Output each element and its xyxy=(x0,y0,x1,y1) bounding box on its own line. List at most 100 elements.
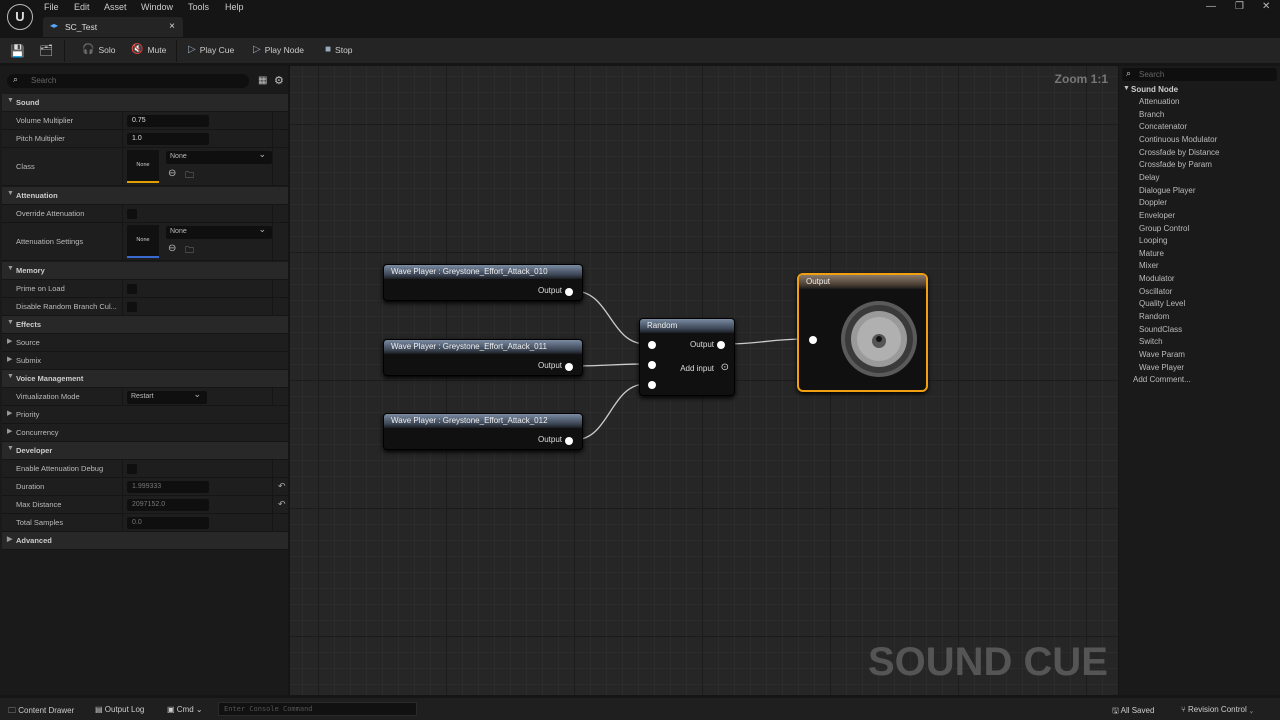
mute-button[interactable]: 🔇 Mute xyxy=(131,44,166,55)
input-pin[interactable] xyxy=(809,336,817,344)
palette-item[interactable]: Group Control xyxy=(1139,224,1189,233)
output-pin[interactable] xyxy=(717,341,725,349)
palette-item[interactable]: SoundClass xyxy=(1139,325,1182,334)
palette-item[interactable]: Enveloper xyxy=(1139,211,1175,220)
palette-item[interactable]: Doppler xyxy=(1139,198,1167,207)
category-sound[interactable]: ▼ Sound xyxy=(2,94,288,112)
menu-edit[interactable]: Edit xyxy=(74,2,90,12)
palette-item[interactable]: Wave Param xyxy=(1139,350,1185,359)
enable-attenuation-debug-checkbox[interactable] xyxy=(127,464,137,474)
input-pin[interactable] xyxy=(648,381,656,389)
category-effects[interactable]: ▼ Effects xyxy=(2,316,288,334)
output-pin[interactable] xyxy=(565,363,573,371)
play-node-button[interactable]: ▷ Play Node xyxy=(253,44,304,55)
subcategory-concurrency[interactable]: ▶ Concurrency xyxy=(2,424,288,442)
tab-sc-test[interactable]: ◂▸ SC_Test × xyxy=(43,17,183,37)
stop-button[interactable]: ■ Stop xyxy=(325,44,353,55)
wave-player-node-010[interactable]: Wave Player : Greystone_Effort_Attack_01… xyxy=(383,264,583,301)
palette-item[interactable]: Continuous Modulator xyxy=(1139,135,1217,144)
table-view-icon[interactable]: ▦ xyxy=(258,75,267,86)
output-log-button[interactable]: ▤ Output Log xyxy=(95,705,144,714)
input-pin[interactable] xyxy=(648,341,656,349)
menu-help[interactable]: Help xyxy=(225,2,244,12)
play-cue-button[interactable]: ▷ Play Cue xyxy=(188,44,234,55)
add-comment-item[interactable]: Add Comment... xyxy=(1133,375,1191,384)
details-search-input[interactable]: ⌕ Search xyxy=(7,74,249,88)
palette-item[interactable]: Looping xyxy=(1139,236,1167,245)
palette-item[interactable]: Modulator xyxy=(1139,274,1175,283)
palette-item[interactable]: Mature xyxy=(1139,249,1164,258)
reset-arrow-icon[interactable]: ↶ xyxy=(278,481,286,492)
menu-window[interactable]: Window xyxy=(141,2,173,12)
subcategory-submix[interactable]: ▶ Submix xyxy=(2,352,288,370)
minimize-button[interactable]: — xyxy=(1206,1,1216,12)
save-status-button[interactable]: 🖫 All Saved xyxy=(1112,705,1154,719)
output-pin[interactable] xyxy=(565,437,573,445)
palette-item[interactable]: Wave Player xyxy=(1139,363,1184,372)
random-node[interactable]: Random Output Add input ⊙ xyxy=(639,318,735,396)
output-pin[interactable] xyxy=(565,288,573,296)
browse-asset-icon[interactable]: 🗀 xyxy=(185,243,194,259)
solo-button[interactable]: 🎧 Solo xyxy=(82,44,115,55)
palette-item[interactable]: Quality Level xyxy=(1139,299,1185,308)
prime-on-load-checkbox[interactable] xyxy=(127,284,137,294)
palette-item[interactable]: Delay xyxy=(1139,173,1159,182)
unreal-logo[interactable]: U xyxy=(7,4,33,30)
content-drawer-button[interactable]: 🗀 Content Drawer xyxy=(8,705,74,719)
class-thumbnail[interactable]: None xyxy=(127,150,159,183)
palette-item[interactable]: Concatenator xyxy=(1139,122,1187,131)
category-voice-management[interactable]: ▼ Voice Management xyxy=(2,370,288,388)
duration-input[interactable]: 1.999333 xyxy=(127,481,209,493)
total-samples-input[interactable]: 0.0 xyxy=(127,517,209,529)
palette-item[interactable]: Crossfade by Distance xyxy=(1139,148,1219,157)
subcategory-source[interactable]: ▶ Source xyxy=(2,334,288,352)
override-attenuation-checkbox[interactable] xyxy=(127,209,137,219)
use-selected-icon[interactable]: ⊖ xyxy=(168,243,176,254)
maximize-button[interactable]: ❐ xyxy=(1235,1,1244,12)
revision-control-button[interactable]: ⑂ Revision Control ⌄ xyxy=(1181,705,1254,714)
max-distance-input[interactable]: 2097152.0 xyxy=(127,499,209,511)
use-selected-icon[interactable]: ⊖ xyxy=(168,168,176,179)
reset-arrow-icon[interactable]: ↶ xyxy=(278,499,286,510)
class-dropdown[interactable]: None xyxy=(166,149,272,164)
console-input[interactable]: Enter Console Command xyxy=(218,702,417,716)
graph-canvas[interactable]: Zoom 1:1 SOUND CUE Wave Player : Greysto… xyxy=(290,66,1118,695)
palette-search-input[interactable]: ⌕ Search xyxy=(1122,68,1277,81)
browse-icon[interactable]: 🗂 xyxy=(39,44,53,57)
virtualization-mode-dropdown[interactable]: Restart xyxy=(127,389,207,404)
palette-category[interactable]: Sound Node xyxy=(1131,85,1178,94)
palette-item[interactable]: Oscillator xyxy=(1139,287,1172,296)
category-memory[interactable]: ▼ Memory xyxy=(2,262,288,280)
menu-file[interactable]: File xyxy=(44,2,59,12)
add-pin-icon[interactable]: ⊙ xyxy=(721,362,729,373)
output-node[interactable]: Output xyxy=(797,273,928,392)
cmd-dropdown[interactable]: ▣ Cmd ⌄ xyxy=(167,705,203,714)
add-input-button[interactable]: Add input xyxy=(680,364,714,373)
category-advanced[interactable]: ▶ Advanced xyxy=(2,532,288,550)
browse-asset-icon[interactable]: 🗀 xyxy=(185,168,194,184)
menu-tools[interactable]: Tools xyxy=(188,2,209,12)
attenuation-thumbnail[interactable]: None xyxy=(127,225,159,258)
palette-item[interactable]: Crossfade by Param xyxy=(1139,160,1212,169)
palette-item[interactable]: Attenuation xyxy=(1139,97,1179,106)
save-icon[interactable]: 💾 xyxy=(10,44,25,58)
category-developer[interactable]: ▼ Developer xyxy=(2,442,288,460)
wave-player-node-011[interactable]: Wave Player : Greystone_Effort_Attack_01… xyxy=(383,339,583,376)
collapse-arrow-icon[interactable]: ▼ xyxy=(1123,85,1130,92)
input-pin[interactable] xyxy=(648,361,656,369)
attenuation-dropdown[interactable]: None xyxy=(166,224,272,239)
tab-close-button[interactable]: × xyxy=(169,21,175,32)
settings-gear-icon[interactable]: ⚙ xyxy=(274,74,284,87)
palette-item[interactable]: Branch xyxy=(1139,110,1164,119)
palette-item[interactable]: Dialogue Player xyxy=(1139,186,1195,195)
disable-random-branch-checkbox[interactable] xyxy=(127,302,137,312)
subcategory-priority[interactable]: ▶ Priority xyxy=(2,406,288,424)
close-window-button[interactable]: ✕ xyxy=(1262,1,1270,12)
palette-item[interactable]: Random xyxy=(1139,312,1169,321)
volume-multiplier-input[interactable]: 0.75 xyxy=(127,115,209,127)
pitch-multiplier-input[interactable]: 1.0 xyxy=(127,133,209,145)
category-attenuation[interactable]: ▼ Attenuation xyxy=(2,187,288,205)
menu-asset[interactable]: Asset xyxy=(104,2,127,12)
wave-player-node-012[interactable]: Wave Player : Greystone_Effort_Attack_01… xyxy=(383,413,583,450)
palette-item[interactable]: Mixer xyxy=(1139,261,1159,270)
